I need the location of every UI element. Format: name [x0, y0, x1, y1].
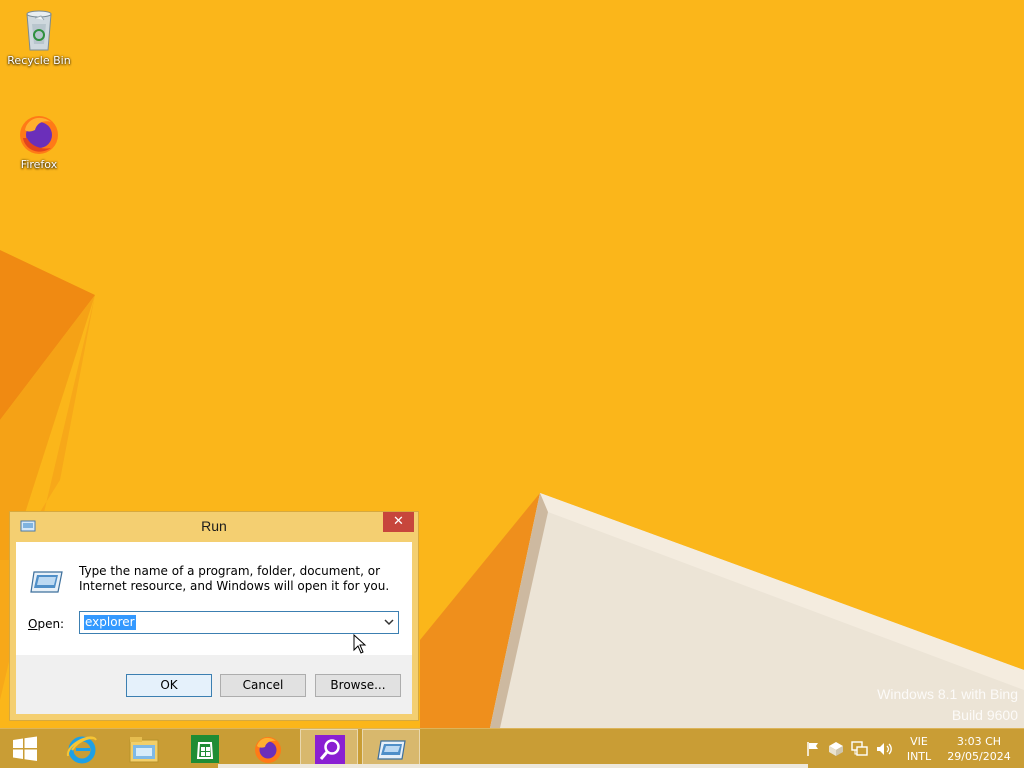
desktop-icon-label: Firefox — [20, 158, 58, 171]
taskbar-run[interactable] — [362, 729, 420, 768]
open-label: Open: — [28, 617, 64, 631]
internet-explorer-icon — [66, 736, 97, 764]
firefox-icon — [20, 116, 58, 154]
store-icon — [191, 735, 219, 763]
run-description: Type the name of a program, folder, docu… — [79, 564, 390, 593]
watermark-line1: Windows 8.1 with Bing — [877, 686, 1018, 702]
open-label-text: pen: — [37, 617, 65, 631]
ok-button[interactable]: OK — [126, 674, 212, 697]
windows-watermark: Windows 8.1 with Bing Build 9600 — [877, 686, 1018, 723]
input-language-indicator[interactable]: VIE INTL — [902, 734, 936, 764]
volume-icon[interactable] — [876, 741, 894, 757]
taskbar-store[interactable] — [176, 729, 234, 768]
action-center-flag-icon[interactable] — [806, 741, 820, 757]
desktop-icon-label: Recycle Bin — [7, 54, 71, 67]
run-dialog-title: Run — [201, 518, 227, 534]
firefox-icon — [255, 737, 281, 763]
taskbar-firefox[interactable] — [238, 729, 296, 768]
close-icon: ✕ — [393, 514, 404, 529]
taskbar-clock[interactable]: 3:03 CH 29/05/2024 — [940, 734, 1018, 764]
file-explorer-icon — [129, 737, 159, 763]
desktop-icon-firefox[interactable]: Firefox — [1, 110, 77, 171]
open-combobox[interactable]: explorer — [79, 611, 399, 634]
cancel-button[interactable]: Cancel — [220, 674, 306, 697]
recycle-bin-icon — [26, 10, 52, 51]
run-dialog-titlebar[interactable]: Run ✕ — [10, 512, 418, 542]
run-icon — [377, 740, 406, 760]
clock-time: 3:03 CH — [956, 735, 1002, 748]
network-share-icon[interactable] — [828, 741, 844, 757]
taskbar-search-app[interactable] — [300, 729, 358, 768]
close-button[interactable]: ✕ — [383, 512, 414, 532]
bottom-strip — [218, 764, 808, 768]
search-app-icon — [315, 735, 345, 765]
start-button[interactable] — [0, 729, 58, 768]
watermark-line2: Build 9600 — [951, 707, 1018, 723]
clock-date: 29/05/2024 — [947, 750, 1011, 763]
run-large-icon — [30, 571, 63, 593]
taskbar-file-explorer[interactable] — [114, 729, 172, 768]
run-dialog: Run ✕ Type the name of a program, folder… — [9, 511, 419, 721]
taskbar: VIE INTL 3:03 CH 29/05/2024 — [0, 728, 1024, 768]
mouse-cursor-icon — [353, 634, 367, 654]
run-dialog-footer: OK Cancel Browse... — [16, 655, 412, 714]
open-input[interactable]: explorer — [84, 615, 136, 630]
chevron-down-icon[interactable] — [384, 617, 394, 627]
language-code: VIE — [910, 735, 928, 748]
desktop-icon-recycle-bin[interactable]: Recycle Bin — [1, 6, 77, 67]
network-icon[interactable] — [851, 741, 869, 757]
browse-button[interactable]: Browse... — [315, 674, 401, 697]
taskbar-internet-explorer[interactable] — [52, 729, 110, 768]
keyboard-layout: INTL — [906, 750, 932, 763]
start-icon — [13, 736, 37, 761]
